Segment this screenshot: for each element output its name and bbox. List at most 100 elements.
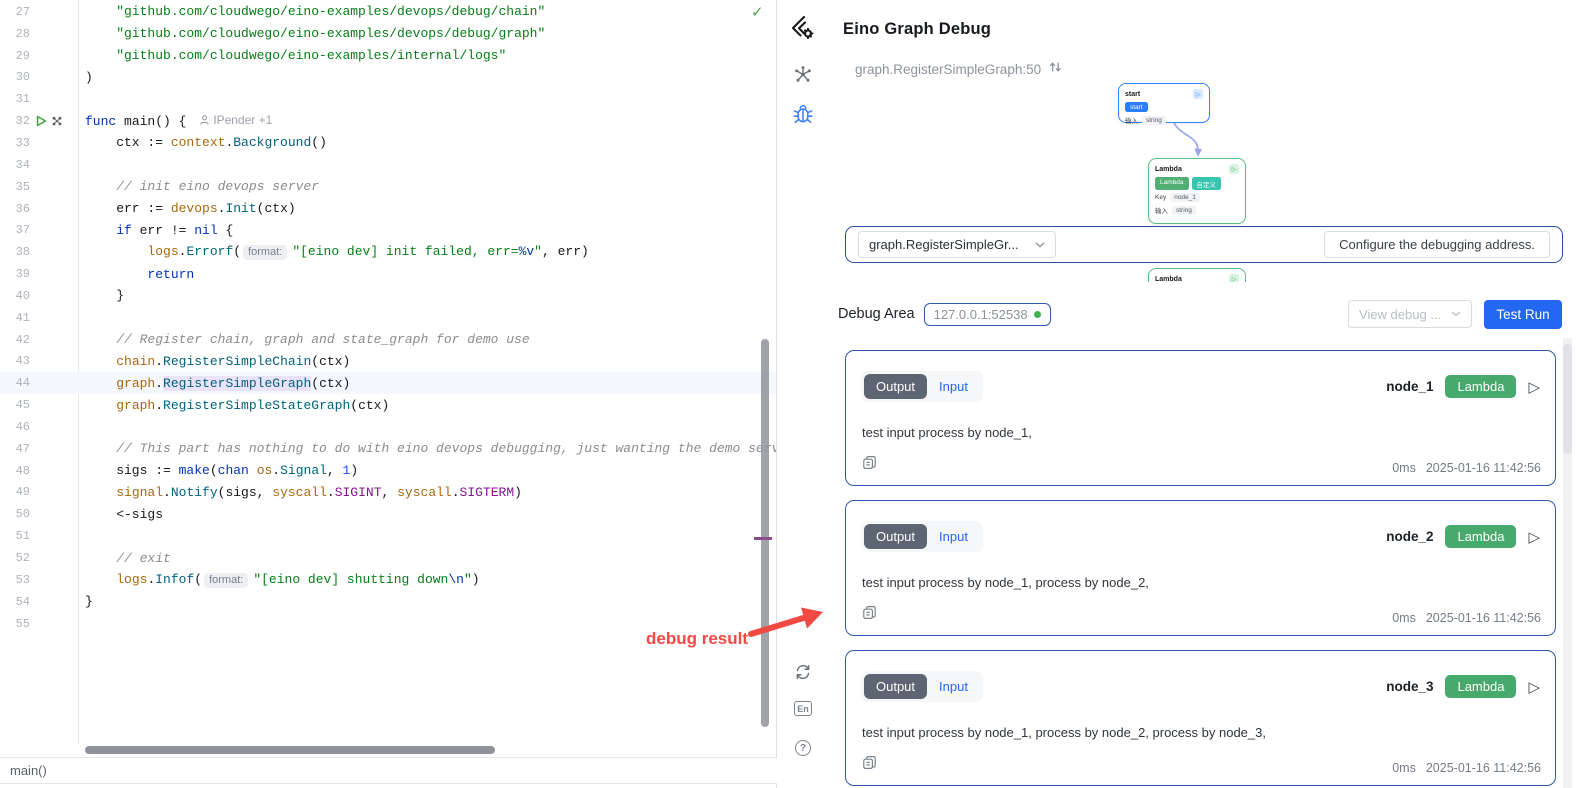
line-number[interactable]: 37 <box>0 223 30 237</box>
tab-input[interactable]: Input <box>927 374 980 399</box>
code-line-36[interactable]: 36 err := devops.Init(ctx) <box>0 198 776 220</box>
run-node-icon[interactable]: ▷ <box>1528 528 1540 546</box>
code-line-51[interactable]: 51 <box>0 525 776 547</box>
line-number[interactable]: 36 <box>0 202 30 216</box>
code-line-37[interactable]: 37 if err != nil { <box>0 219 776 241</box>
graph-view-icon[interactable] <box>793 64 814 85</box>
graph-node-start[interactable]: start ▷ start 输入 string <box>1118 83 1210 123</box>
graph-canvas[interactable]: graph.RegisterSimpleGraph:50 start ▷ sta… <box>828 48 1580 282</box>
panel-scrollbar-thumb[interactable] <box>1563 344 1572 454</box>
line-number[interactable]: 47 <box>0 442 30 456</box>
view-debug-dropdown[interactable]: View debug ... <box>1348 300 1472 328</box>
code-line-42[interactable]: 42 // Register chain, graph and state_gr… <box>0 329 776 351</box>
format-inlay-hint: format: <box>204 573 248 588</box>
node-play-icon[interactable]: ▷ <box>1229 164 1239 174</box>
line-number[interactable]: 38 <box>0 245 30 259</box>
code-line-47[interactable]: 47 // This part has nothing to do with e… <box>0 438 776 460</box>
code-line-32[interactable]: 32func main() { IPender +1 <box>0 110 776 132</box>
line-number[interactable]: 45 <box>0 398 30 412</box>
tab-input[interactable]: Input <box>927 674 980 699</box>
code-line-48[interactable]: 48 sigs := make(chan os.Signal, 1) <box>0 460 776 482</box>
code-line-40[interactable]: 40 } <box>0 285 776 307</box>
code-line-52[interactable]: 52 // exit <box>0 547 776 569</box>
line-number[interactable]: 50 <box>0 507 30 521</box>
code-line-45[interactable]: 45 graph.RegisterSimpleStateGraph(ctx) <box>0 394 776 416</box>
line-number[interactable]: 30 <box>0 70 30 84</box>
horizontal-scrollbar[interactable] <box>85 746 495 754</box>
graph-selector-dropdown[interactable]: graph.RegisterSimpleGr... <box>858 231 1056 258</box>
line-number[interactable]: 49 <box>0 485 30 499</box>
code-line-33[interactable]: 33 ctx := context.Background() <box>0 132 776 154</box>
panel-scrollbar-track[interactable] <box>1563 338 1572 788</box>
code-line-44[interactable]: 44 graph.RegisterSimpleGraph(ctx) <box>0 372 776 394</box>
code-line-39[interactable]: 39 return <box>0 263 776 285</box>
node-title: start <box>1125 91 1140 98</box>
line-number[interactable]: 46 <box>0 420 30 434</box>
inspections-ok-icon[interactable]: ✓ <box>751 3 764 21</box>
code-line-46[interactable]: 46 <box>0 416 776 438</box>
debug-bug-icon[interactable] <box>793 103 814 125</box>
line-number[interactable]: 28 <box>0 27 30 41</box>
code-line-53[interactable]: 53 logs.Infof(format:"[eino dev] shuttin… <box>0 569 776 591</box>
configure-address-button[interactable]: Configure the debugging address. <box>1324 231 1550 258</box>
line-number[interactable]: 55 <box>0 617 30 631</box>
tab-input[interactable]: Input <box>927 524 980 549</box>
tab-output[interactable]: Output <box>864 524 927 549</box>
code-line-50[interactable]: 50 <-sigs <box>0 503 776 525</box>
run-main-icon <box>36 115 47 127</box>
graph-node-lambda-2[interactable]: Lambda ▷ <box>1148 268 1246 282</box>
run-node-icon[interactable]: ▷ <box>1528 378 1540 396</box>
copy-icon[interactable] <box>862 605 877 625</box>
line-number[interactable]: 41 <box>0 311 30 325</box>
code-line-29[interactable]: 29 "github.com/cloudwego/eino-examples/i… <box>0 45 776 67</box>
view-debug-value: View debug ... <box>1359 307 1441 322</box>
line-number[interactable]: 40 <box>0 289 30 303</box>
breadcrumb[interactable]: main() <box>10 763 47 778</box>
code-line-34[interactable]: 34 <box>0 154 776 176</box>
graph-node-lambda-1[interactable]: Lambda ▷ Lambda 自定义 Key node_1 输入 string <box>1148 158 1246 224</box>
sort-icon[interactable] <box>1049 60 1062 78</box>
code-line-31[interactable]: 31 <box>0 88 776 110</box>
code-line-38[interactable]: 38 logs.Errorf(format:"[eino dev] init f… <box>0 241 776 263</box>
gutter-icons[interactable] <box>30 115 78 127</box>
tab-output[interactable]: Output <box>864 674 927 699</box>
copy-icon[interactable] <box>862 755 877 775</box>
line-number[interactable]: 48 <box>0 464 30 478</box>
tab-output[interactable]: Output <box>864 374 927 399</box>
line-number[interactable]: 35 <box>0 180 30 194</box>
node-play-icon[interactable]: ▷ <box>1193 89 1203 99</box>
line-number[interactable]: 52 <box>0 551 30 565</box>
help-icon[interactable]: ? <box>795 740 811 756</box>
line-number[interactable]: 29 <box>0 49 30 63</box>
node-custom-badge: 自定义 <box>1192 177 1222 190</box>
code-line-35[interactable]: 35 // init eino devops server <box>0 176 776 198</box>
debug-address-pill[interactable]: 127.0.0.1:52538 <box>924 303 1051 326</box>
code-line-27[interactable]: 27 "github.com/cloudwego/eino-examples/d… <box>0 1 776 23</box>
language-toggle-icon[interactable]: En <box>794 701 812 716</box>
node-play-icon[interactable]: ▷ <box>1229 274 1239 282</box>
line-number[interactable]: 31 <box>0 92 30 106</box>
line-number[interactable]: 42 <box>0 333 30 347</box>
line-number[interactable]: 39 <box>0 267 30 281</box>
line-number[interactable]: 27 <box>0 5 30 19</box>
code-line-30[interactable]: 30) <box>0 67 776 89</box>
line-number[interactable]: 43 <box>0 354 30 368</box>
code-line-54[interactable]: 54} <box>0 591 776 613</box>
line-number[interactable]: 54 <box>0 595 30 609</box>
vertical-scrollbar[interactable] <box>761 339 769 727</box>
code-line-28[interactable]: 28 "github.com/cloudwego/eino-examples/d… <box>0 23 776 45</box>
copy-icon[interactable] <box>862 455 877 475</box>
line-number[interactable]: 51 <box>0 529 30 543</box>
code-text: // init eino devops server <box>78 179 776 194</box>
line-number[interactable]: 34 <box>0 158 30 172</box>
code-line-43[interactable]: 43 chain.RegisterSimpleChain(ctx) <box>0 351 776 373</box>
code-line-41[interactable]: 41 <box>0 307 776 329</box>
line-number[interactable]: 44 <box>0 376 30 390</box>
line-number[interactable]: 32 <box>0 114 30 128</box>
line-number[interactable]: 53 <box>0 573 30 587</box>
test-run-button[interactable]: Test Run <box>1484 300 1562 329</box>
line-number[interactable]: 33 <box>0 136 30 150</box>
refresh-icon[interactable] <box>794 663 812 681</box>
code-line-49[interactable]: 49 signal.Notify(sigs, syscall.SIGINT, s… <box>0 482 776 504</box>
run-node-icon[interactable]: ▷ <box>1528 678 1540 696</box>
